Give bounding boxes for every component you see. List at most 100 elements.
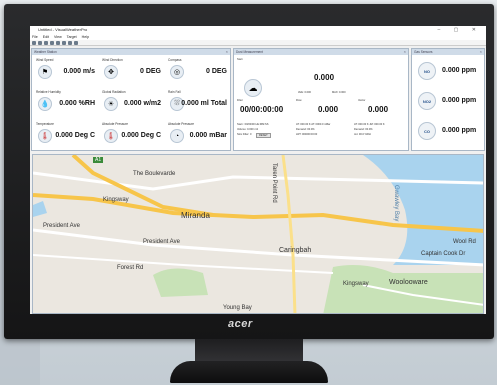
cell-label: Absolute Pressure [168,122,195,126]
info-left-3: Size Filter: 0 [237,133,252,136]
map-label: Gwawley Bay [393,185,399,222]
info-left-2: Volume: 0.000 m3 [237,128,258,131]
map-label: Caringbah [279,247,312,254]
flow-value: 0.000 [318,105,339,114]
humidity-icon: 💧 [38,97,52,111]
map-view[interactable]: The Boulevarde Kingsway Miranda Presiden… [32,154,484,314]
menu-file[interactable]: File [32,35,38,39]
map-label: Woolooware [389,279,428,286]
gas-value: 0.000 ppm [442,67,477,74]
park-area-2 [153,268,208,297]
panels-row: Weather Station × Wind Speed ⚑ 0.000 m/s… [30,47,486,152]
gas-panel-title: Gas Sensors [414,50,433,54]
cloud-icon: ☁ [244,79,262,97]
monitor-brand-logo: acer [228,318,253,330]
humidity-cell: Relative Humidity 💧 0.000 %RH [34,89,98,120]
radiation-cell: Global Radiation ☀ 0.000 w/m2 [100,89,164,120]
monitor-stand [170,361,328,383]
map-roads [33,155,483,313]
window-title: Untitled - VisualWeatherPro [38,27,88,32]
map-label: Taren Point Rd [271,163,277,203]
copy-icon[interactable] [56,40,60,45]
wind-direction-cell: Wind Direction ✥ 0 DEG [100,57,164,88]
close-icon[interactable]: × [226,49,228,55]
info-right-3: Jet: 00.0 %RH [354,133,371,136]
dust-panel: Dust Measurement × Start ☁ 0.000 AVE: 0.… [233,48,409,151]
avg-value: AVE: 0.000 [298,91,311,94]
cell-value: 0.000 ml Total [181,100,227,107]
menu-help[interactable]: Help [82,35,89,39]
cell-value: 0.000 Deg C [55,132,95,139]
reset-button[interactable]: RESET [256,133,271,138]
cell-label: Rain Fall [168,90,181,94]
help-icon[interactable] [74,40,78,45]
cell-label: Temperature [36,122,54,126]
dust-panel-header: Dust Measurement × [234,49,408,55]
weather-panel: Weather Station × Wind Speed ⚑ 0.000 m/s… [31,48,231,151]
gauge-icon: ◔ [170,129,184,143]
thermometer-icon: 🌡 [38,129,52,143]
no-gas-icon: NO [418,62,436,80]
cell-label: Wind Direction [102,58,123,62]
open-icon[interactable] [38,40,42,45]
gas-value: 0.000 ppm [442,127,477,134]
gas-panel-header: Gas Sensors × [412,49,484,55]
close-icon[interactable]: × [404,49,406,55]
sun-icon: ☀ [104,97,118,111]
close-icon[interactable]: × [480,49,482,55]
gas-co-row: CO 0.000 ppm [416,119,482,147]
cut-icon[interactable] [50,40,54,45]
weather-panel-title: Weather Station [34,50,57,54]
info-mid-1: AT: 000.00 K AT: 0000.0 mBar [296,123,331,126]
max-value: MAX: 0.000 [332,91,346,94]
map-label: Forest Rd [117,265,144,271]
compass-icon: ✥ [104,65,118,79]
map-label: Captain Cook Dr [421,251,466,257]
gas-panel: Gas Sensors × NO 0.000 ppm NO2 0.000 ppm… [411,48,485,151]
cell-label: Compass [168,58,182,62]
temperature-cell: Temperature 🌡 0.000 Deg C [34,121,98,152]
cell-value: 0.000 Deg C [121,132,161,139]
info-mid-3: LRT: 000/00:00:00 [296,133,318,136]
save-icon[interactable] [44,40,48,45]
map-label: Miranda [181,211,210,220]
no2-gas-icon: NO2 [418,92,436,110]
gas-no-row: NO 0.000 ppm [416,59,482,87]
cell-value: 0 DEG [205,68,227,75]
rainfall-cell: Rain Fall ⛆ 0.000 ml Total [166,89,230,120]
menu-view[interactable]: View [54,35,62,39]
thermometer-icon: 🌡 [104,129,118,143]
map-label: The Boulevarde [133,171,176,177]
co-gas-icon: CO [418,122,436,140]
info-right-1: AT: 000.00 K JM: 000.00 K [354,123,385,126]
map-label: Kingsway [103,197,129,203]
window-titlebar: Untitled - VisualWeatherPro – ▢ ✕ [30,26,486,34]
flow-label: Flow [296,99,302,102]
print-icon[interactable] [68,40,72,45]
paste-icon[interactable] [62,40,66,45]
compass-icon: ◎ [170,65,184,79]
gas-value: 0.000 ppm [442,97,477,104]
window-controls[interactable]: – ▢ ✕ [438,26,482,34]
compass-cell: Compass ◎ 0 DEG [166,57,230,88]
monitor-screen: Untitled - VisualWeatherPro – ▢ ✕ File E… [30,26,486,314]
map-label: President Ave [143,239,180,245]
vector-label: Vector [358,99,366,102]
info-mid-2: Demand: 00.0% [296,128,315,131]
timer-value: 00/00:00:00 [240,105,284,114]
cell-label: Relative Humidity [36,90,61,94]
cell-label: Wind Speed [36,58,54,62]
menu-edit[interactable]: Edit [43,35,49,39]
map-label: President Ave [43,223,80,229]
monitor-neck [195,339,303,363]
toolbar [30,40,486,46]
info-right-2: Demand: 00.0% [354,128,373,131]
menu-target[interactable]: Target [67,35,77,39]
absolute-temp-cell: Absolute Pressure 🌡 0.000 Deg C [100,121,164,152]
wind-speed-cell: Wind Speed ⚑ 0.000 m/s [34,57,98,88]
map-label: Kingsway [343,281,369,287]
cell-label: Global Radiation [102,90,126,94]
cell-value: 0 DEG [139,68,161,75]
cell-value: 0.000 w/m2 [124,100,161,107]
new-icon[interactable] [32,40,36,45]
